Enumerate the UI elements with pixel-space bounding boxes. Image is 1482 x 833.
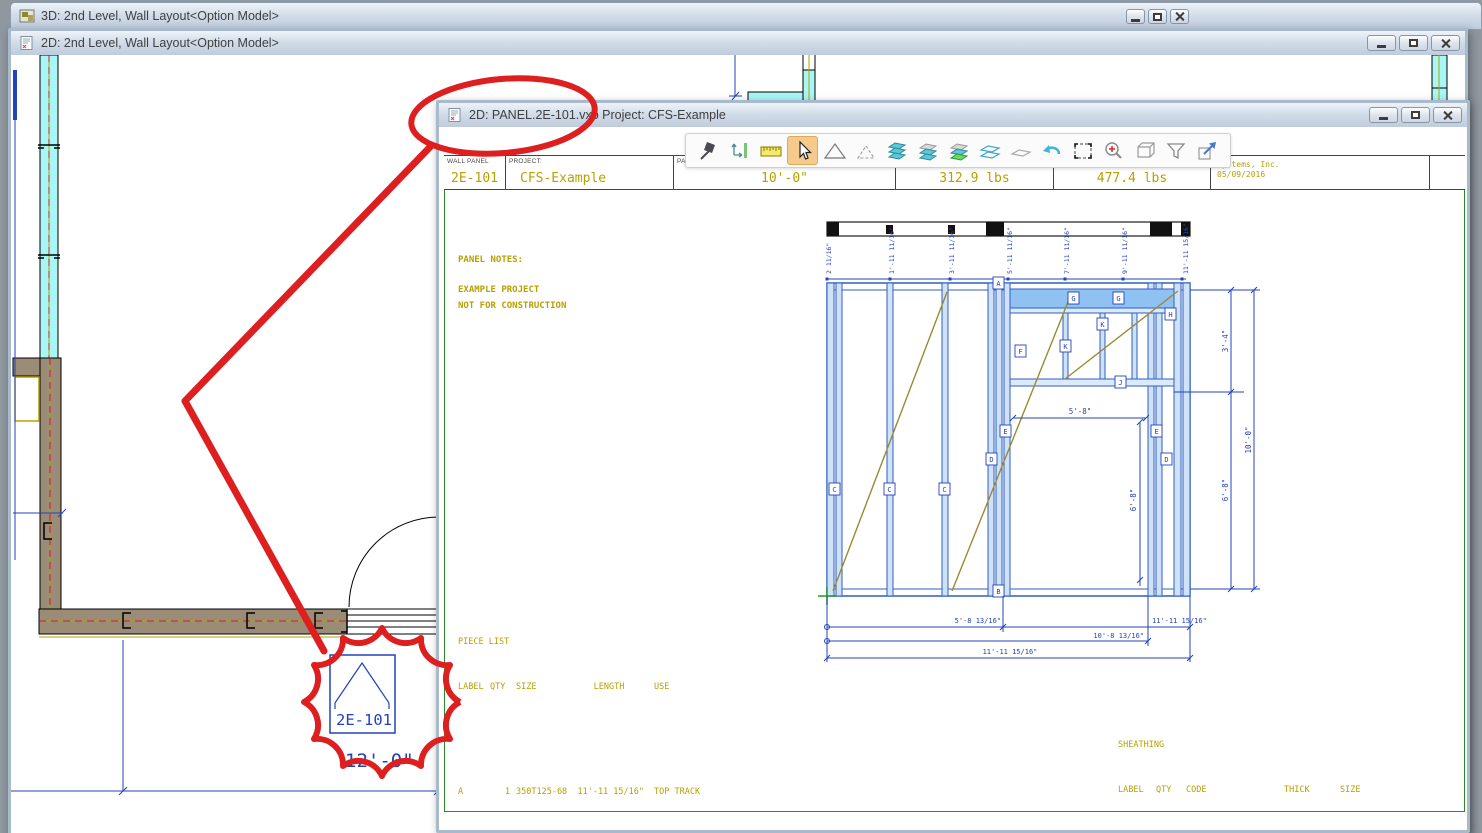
minimize-button[interactable] — [1126, 9, 1145, 24]
undo-icon[interactable] — [1038, 137, 1067, 164]
svg-text:G: G — [1071, 295, 1075, 303]
layer-single-icon[interactable] — [1007, 137, 1036, 164]
svg-text:10'-0": 10'-0" — [1244, 426, 1253, 453]
window-2d-title: 2D: 2nd Level, Wall Layout<Option Model> — [41, 36, 279, 50]
piece-list-title: PIECE LIST — [458, 635, 778, 650]
box-3d-icon[interactable] — [1131, 137, 1160, 164]
close-icon — [1174, 11, 1185, 22]
restore-button[interactable] — [1399, 35, 1428, 51]
ruler-icon[interactable] — [756, 137, 785, 164]
restore-icon — [1411, 111, 1420, 119]
svg-text:D: D — [1164, 456, 1168, 464]
info-wall-panel: WALL PANEL 2E-101 — [444, 156, 506, 189]
restore-button[interactable] — [1401, 107, 1430, 123]
svg-text:9'-11 11/16": 9'-11 11/16" — [1121, 227, 1129, 274]
svg-text:6'-8": 6'-8" — [1221, 479, 1230, 502]
svg-text:D: D — [989, 456, 993, 464]
close-button[interactable] — [1431, 35, 1460, 51]
svg-text:H: H — [1168, 311, 1172, 319]
select-cursor-icon[interactable] — [787, 136, 818, 165]
piece-list-header: LABELQTY SIZE LENGTH USE — [458, 680, 778, 695]
piece-list-rows: A1 350T125-68 11'-11 15/16" TOP TRACK B1… — [458, 725, 778, 830]
svg-text:1'-11 11/16": 1'-11 11/16" — [888, 227, 896, 274]
info-company-date: Systems, Inc. 05/09/2016 — [1211, 156, 1430, 189]
close-icon — [1442, 110, 1453, 121]
panel-marker-2E-101[interactable]: 2E-101 — [330, 655, 395, 733]
svg-text:3'-4": 3'-4" — [1221, 330, 1230, 353]
info-project: PROJECT: CFS-Example — [506, 156, 674, 189]
restore-icon — [1153, 13, 1162, 21]
framing-elevation-drawing: 2 11/16" 1'-11 11/16" 3'-11 11/16" 5'-11… — [810, 200, 1270, 670]
window-panel-titlebar[interactable]: 2D: PANEL.2E-101.vxp Project: CFS-Exampl… — [439, 103, 1467, 128]
minimize-icon — [1379, 117, 1388, 120]
restore-icon — [1409, 39, 1418, 47]
minimize-icon — [1131, 19, 1140, 22]
svg-text:10'-8 13/16": 10'-8 13/16" — [1093, 632, 1144, 640]
svg-text:5'-8": 5'-8" — [1069, 407, 1092, 416]
svg-text:2 11/16": 2 11/16" — [825, 243, 833, 274]
window-panel-title: 2D: PANEL.2E-101.vxp Project: CFS-Exampl… — [469, 108, 726, 122]
sheathing-title: SHEATHING — [1118, 738, 1458, 753]
svg-text:5'-8 13/16": 5'-8 13/16" — [955, 617, 1001, 625]
svg-text:11'-11 15/16": 11'-11 15/16" — [1182, 223, 1190, 274]
svg-text:C: C — [832, 486, 836, 494]
piece-list: PIECE LIST LABELQTY SIZE LENGTH USE A1 3… — [458, 605, 778, 830]
close-button[interactable] — [1433, 107, 1462, 123]
plan-dim-12-0: 12'-0" — [345, 750, 414, 772]
selection-box-icon[interactable] — [1069, 137, 1098, 164]
window-3d-titlebar[interactable]: 3D: 2nd Level, Wall Layout<Option Model> — [10, 2, 1482, 30]
filter-funnel-icon[interactable] — [1162, 137, 1191, 164]
triangle-icon[interactable] — [820, 137, 849, 164]
svg-text:3'-11 11/16": 3'-11 11/16" — [948, 227, 956, 274]
svg-text:E: E — [1154, 428, 1158, 436]
svg-text:6'-8": 6'-8" — [1129, 489, 1138, 512]
svg-text:G: G — [1116, 295, 1120, 303]
close-button[interactable] — [1170, 9, 1189, 24]
window-2d-titlebar[interactable]: 2D: 2nd Level, Wall Layout<Option Model> — [11, 31, 1465, 56]
svg-text:B: B — [996, 588, 1000, 596]
panel-toolbar — [685, 133, 1231, 168]
restore-button[interactable] — [1148, 9, 1167, 24]
panel-notes-line2: NOT FOR CONSTRUCTION — [458, 301, 566, 311]
sheathing-rows: A1 DENSGLS_12@4x101/2" 4'-0" X10'-0" B1 … — [1118, 828, 1458, 830]
piece-list-row: A1 350T125-68 11'-11 15/16" TOP TRACK — [458, 785, 778, 800]
svg-text:11'-11 15/16": 11'-11 15/16" — [983, 648, 1038, 656]
minimize-icon — [1377, 45, 1386, 48]
zoom-in-icon[interactable] — [1100, 137, 1129, 164]
sheathing-header: LABELQTY CODETHICK SIZE — [1118, 783, 1458, 798]
svg-text:C: C — [942, 486, 946, 494]
close-icon — [1440, 38, 1451, 49]
layers-flat-pair-icon[interactable] — [976, 137, 1005, 164]
export-view-icon[interactable] — [1193, 137, 1222, 164]
minimize-button[interactable] — [1367, 35, 1396, 51]
layers-stack-cyan-icon[interactable] — [882, 137, 911, 164]
window-3d-title: 3D: 2nd Level, Wall Layout<Option Model> — [41, 9, 279, 23]
panel-notes-line1: EXAMPLE PROJECT — [458, 285, 539, 295]
panel-notes-title: PANEL NOTES: — [458, 255, 523, 265]
layers-stack-mixed-icon[interactable] — [913, 137, 942, 164]
svg-text:J: J — [1118, 379, 1122, 387]
pin-icon[interactable] — [694, 137, 723, 164]
triangle-dashed-icon[interactable] — [851, 137, 880, 164]
window-3d-icon[interactable] — [19, 9, 35, 23]
svg-text:7'-11 11/16": 7'-11 11/16" — [1063, 227, 1071, 274]
minimize-button[interactable] — [1369, 107, 1398, 123]
door-swing-arc — [349, 517, 439, 607]
info-spare — [1430, 156, 1465, 189]
svg-text:11'-11 15/16": 11'-11 15/16" — [1152, 617, 1207, 625]
window-2d-icon[interactable] — [19, 36, 35, 50]
svg-text:E: E — [1003, 428, 1007, 436]
layers-stack-green-icon[interactable] — [945, 137, 974, 164]
svg-text:C: C — [887, 486, 891, 494]
panel-canvas[interactable]: WALL PANEL 2E-101 PROJECT: CFS-Example P… — [439, 127, 1467, 830]
desktop: 3D: 2nd Level, Wall Layout<Option Model>… — [0, 0, 1482, 833]
window-panel: 2D: PANEL.2E-101.vxp Project: CFS-Exampl… — [436, 100, 1470, 833]
sheathing-list: SHEATHING LABELQTY CODETHICK SIZE A1 DEN… — [1118, 708, 1458, 830]
measure-move-icon[interactable] — [725, 137, 754, 164]
svg-text:5'-11 11/16": 5'-11 11/16" — [1006, 227, 1014, 274]
panel-marker-label: 2E-101 — [336, 711, 392, 729]
svg-text:F: F — [1018, 348, 1022, 356]
window-panel-icon[interactable] — [447, 108, 463, 122]
